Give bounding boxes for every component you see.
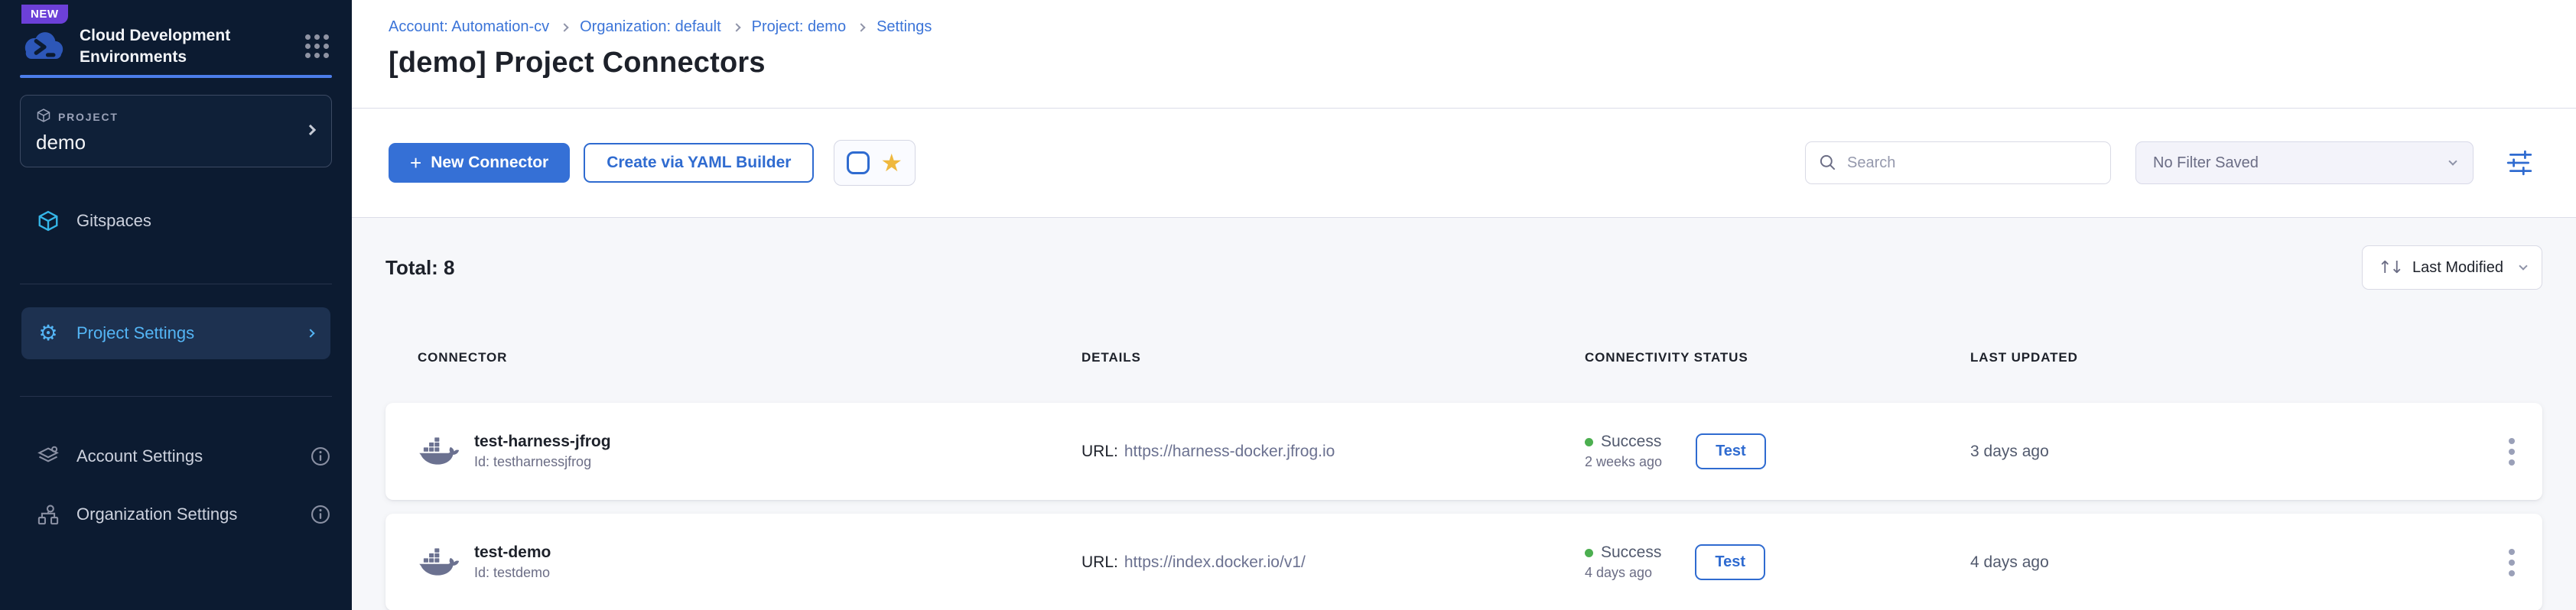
cube-icon xyxy=(36,108,51,125)
chevron-right-icon xyxy=(732,23,740,31)
search-icon xyxy=(1818,153,1838,173)
column-header-connector: CONNECTOR xyxy=(418,350,1081,365)
chevron-right-icon xyxy=(560,23,568,31)
project-selector[interactable]: PROJECT demo xyxy=(20,95,332,167)
project-selector-value: demo xyxy=(36,131,294,154)
sort-label: Last Modified xyxy=(2412,259,2503,277)
breadcrumb: Account: Automation-cv Organization: def… xyxy=(389,18,2539,36)
status-time: 2 weeks ago xyxy=(1585,454,1662,470)
project-selector-label: PROJECT xyxy=(58,111,119,123)
test-connection-button[interactable]: Test xyxy=(1695,544,1765,580)
org-chart-gear-icon xyxy=(37,503,60,526)
sidebar-item-organization-settings[interactable]: Organization Settings xyxy=(0,498,352,531)
test-connection-button[interactable]: Test xyxy=(1696,433,1766,469)
main-panel: Account: Automation-cv Organization: def… xyxy=(352,0,2576,610)
chevron-right-icon xyxy=(306,329,314,338)
connector-name: test-demo xyxy=(474,543,551,562)
connector-id: Id: testdemo xyxy=(474,565,551,581)
status-dot xyxy=(1585,549,1593,557)
sidebar-item-account-settings[interactable]: Account Settings xyxy=(0,440,352,473)
new-connector-button[interactable]: + New Connector xyxy=(389,143,570,183)
plus-icon: + xyxy=(410,153,421,173)
sort-icon: ↑↓ xyxy=(2378,258,2402,277)
connector-list-section: Total: 8 ↑↓ Last Modified CONNECTOR DETA… xyxy=(352,218,2576,610)
sort-dropdown[interactable]: ↑↓ Last Modified xyxy=(2362,245,2542,290)
layers-gear-icon xyxy=(37,445,60,468)
new-badge: NEW xyxy=(21,5,68,24)
info-icon xyxy=(311,446,330,466)
search-box[interactable] xyxy=(1805,141,2111,184)
status-dot xyxy=(1585,438,1593,446)
connector-row-test-demo[interactable]: test-demo Id: testdemo URL: https://index… xyxy=(385,514,2542,610)
sidebar-divider xyxy=(20,396,332,397)
product-logo-block: NEW Cloud Development Environments xyxy=(0,0,352,78)
sidebar-accent-line xyxy=(20,75,332,78)
connector-url: https://index.docker.io/v1/ xyxy=(1124,553,1306,571)
column-header-last-updated: LAST UPDATED xyxy=(1970,350,2467,365)
favorites-filter-group[interactable]: ★ xyxy=(834,140,916,186)
chevron-right-icon xyxy=(857,23,865,31)
star-icon: ★ xyxy=(880,151,903,175)
connector-row-test-harness-jfrog[interactable]: test-harness-jfrog Id: testharnessjfrog … xyxy=(385,403,2542,500)
last-updated: 3 days ago xyxy=(1970,443,2467,461)
sidebar: NEW Cloud Development Environments xyxy=(0,0,352,610)
breadcrumb-item-account[interactable]: Account: Automation-cv xyxy=(389,18,549,36)
connector-id: Id: testharnessjfrog xyxy=(474,454,611,470)
saved-filter-dropdown[interactable]: No Filter Saved xyxy=(2135,141,2474,184)
search-input[interactable] xyxy=(1847,154,2098,172)
docker-icon xyxy=(418,547,459,578)
page-title: [demo] Project Connectors xyxy=(389,47,2539,79)
sidebar-item-label: Project Settings xyxy=(76,323,194,343)
info-icon xyxy=(311,505,330,524)
toolbar: + New Connector Create via YAML Builder … xyxy=(352,109,2576,218)
sidebar-item-label: Organization Settings xyxy=(76,505,237,524)
total-count: Total: 8 xyxy=(385,256,455,280)
row-menu-button[interactable] xyxy=(2503,543,2521,582)
status-time: 4 days ago xyxy=(1585,565,1661,581)
status-text: Success xyxy=(1601,543,1661,562)
gitspaces-icon xyxy=(37,209,60,232)
sidebar-item-label: Account Settings xyxy=(76,446,203,466)
breadcrumb-item-project[interactable]: Project: demo xyxy=(752,18,846,36)
docker-icon xyxy=(418,436,459,467)
connector-name: test-harness-jfrog xyxy=(474,433,611,451)
table-header: CONNECTOR DETAILS CONNECTIVITY STATUS LA… xyxy=(385,345,2542,371)
chevron-right-icon xyxy=(305,125,316,135)
url-label: URL: xyxy=(1081,553,1118,571)
cde-logo-icon xyxy=(20,28,67,65)
status-text: Success xyxy=(1601,433,1661,451)
page-header: Account: Automation-cv Organization: def… xyxy=(352,0,2576,109)
last-updated: 4 days ago xyxy=(1970,553,2467,572)
sidebar-item-label: Gitspaces xyxy=(76,211,151,231)
saved-filter-label: No Filter Saved xyxy=(2153,154,2259,172)
breadcrumb-item-settings[interactable]: Settings xyxy=(877,18,932,36)
create-yaml-builder-button[interactable]: Create via YAML Builder xyxy=(584,143,814,183)
row-menu-button[interactable] xyxy=(2503,432,2521,472)
column-header-details: DETAILS xyxy=(1081,350,1585,365)
connector-url: https://harness-docker.jfrog.io xyxy=(1124,443,1335,460)
url-label: URL: xyxy=(1081,443,1118,460)
chevron-down-icon xyxy=(2519,261,2527,270)
product-title: Cloud Development Environments xyxy=(80,25,233,67)
filter-settings-icon[interactable] xyxy=(2506,150,2533,176)
sidebar-item-gitspaces[interactable]: Gitspaces xyxy=(0,204,352,238)
chevron-down-icon xyxy=(2448,157,2457,165)
column-header-connectivity-status: CONNECTIVITY STATUS xyxy=(1585,350,1970,365)
breadcrumb-item-organization[interactable]: Organization: default xyxy=(580,18,721,36)
favorites-checkbox[interactable] xyxy=(847,151,870,174)
new-connector-label: New Connector xyxy=(431,154,548,172)
sidebar-item-project-settings[interactable]: ⚙ Project Settings xyxy=(21,307,330,359)
app-switcher-icon[interactable] xyxy=(302,31,332,61)
